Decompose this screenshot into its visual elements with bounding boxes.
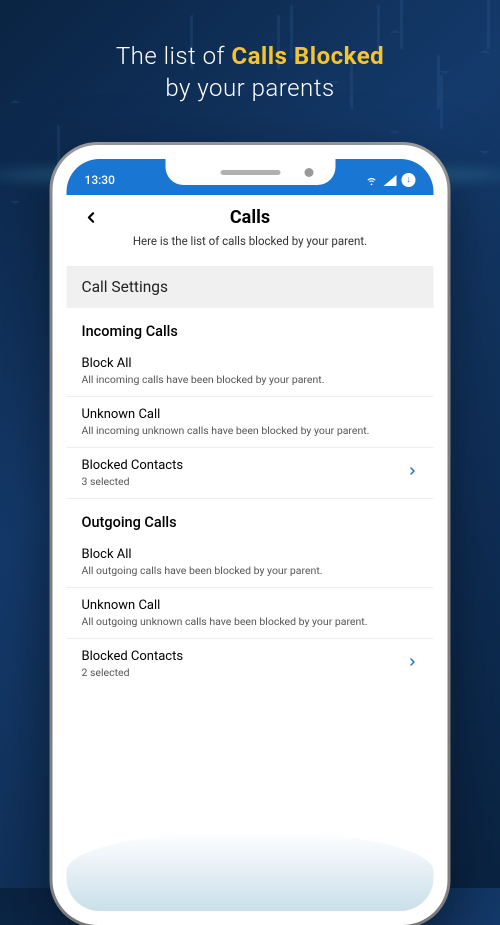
phone-frame: 13:30 ↓ Calls Here is the list of calls …: [53, 145, 448, 925]
signal-icon: [384, 175, 397, 186]
incoming-calls-heading: Incoming Calls: [67, 308, 434, 346]
chevron-right-icon: [407, 654, 419, 674]
download-icon: ↓: [402, 173, 416, 187]
setting-desc: All outgoing calls have been blocked by …: [82, 564, 419, 577]
promo-text-line2: by your parents: [165, 74, 334, 102]
setting-desc: All incoming calls have been blocked by …: [82, 373, 419, 386]
setting-title: Blocked Contacts: [82, 649, 419, 664]
incoming-block-all-row[interactable]: Block All All incoming calls have been b…: [67, 346, 434, 397]
promo-text-pre: The list of: [116, 42, 232, 70]
page-subtitle: Here is the list of calls blocked by you…: [82, 234, 419, 248]
page-title: Calls: [82, 205, 419, 234]
setting-desc: 2 selected: [82, 666, 419, 679]
outgoing-unknown-row[interactable]: Unknown Call All outgoing unknown calls …: [67, 588, 434, 639]
wifi-icon: [365, 173, 379, 187]
phone-screen: 13:30 ↓ Calls Here is the list of calls …: [67, 159, 434, 911]
setting-title: Block All: [82, 356, 419, 371]
setting-title: Blocked Contacts: [82, 458, 419, 473]
speaker-slot: [220, 170, 280, 175]
setting-title: Block All: [82, 547, 419, 562]
phone-notch: [165, 159, 335, 185]
back-button[interactable]: [79, 205, 103, 229]
app-header: Calls Here is the list of calls blocked …: [67, 195, 434, 256]
setting-desc: 3 selected: [82, 475, 419, 488]
front-camera: [304, 168, 313, 177]
wave-decoration: [67, 831, 434, 911]
promo-text-highlight: Calls Blocked: [231, 42, 384, 70]
outgoing-calls-heading: Outgoing Calls: [67, 499, 434, 537]
section-call-settings: Call Settings: [67, 266, 434, 308]
setting-desc: All incoming unknown calls have been blo…: [82, 424, 419, 437]
setting-desc: All outgoing unknown calls have been blo…: [82, 615, 419, 628]
incoming-blocked-contacts-row[interactable]: Blocked Contacts 3 selected: [67, 448, 434, 499]
outgoing-blocked-contacts-row[interactable]: Blocked Contacts 2 selected: [67, 639, 434, 689]
outgoing-block-all-row[interactable]: Block All All outgoing calls have been b…: [67, 537, 434, 588]
setting-title: Unknown Call: [82, 598, 419, 613]
promo-headline: The list of Calls Blocked by your parent…: [0, 0, 500, 105]
setting-title: Unknown Call: [82, 407, 419, 422]
incoming-unknown-row[interactable]: Unknown Call All incoming unknown calls …: [67, 397, 434, 448]
chevron-left-icon: [82, 209, 99, 226]
status-time: 13:30: [85, 167, 115, 187]
chevron-right-icon: [407, 463, 419, 483]
status-icons: ↓: [365, 167, 416, 187]
